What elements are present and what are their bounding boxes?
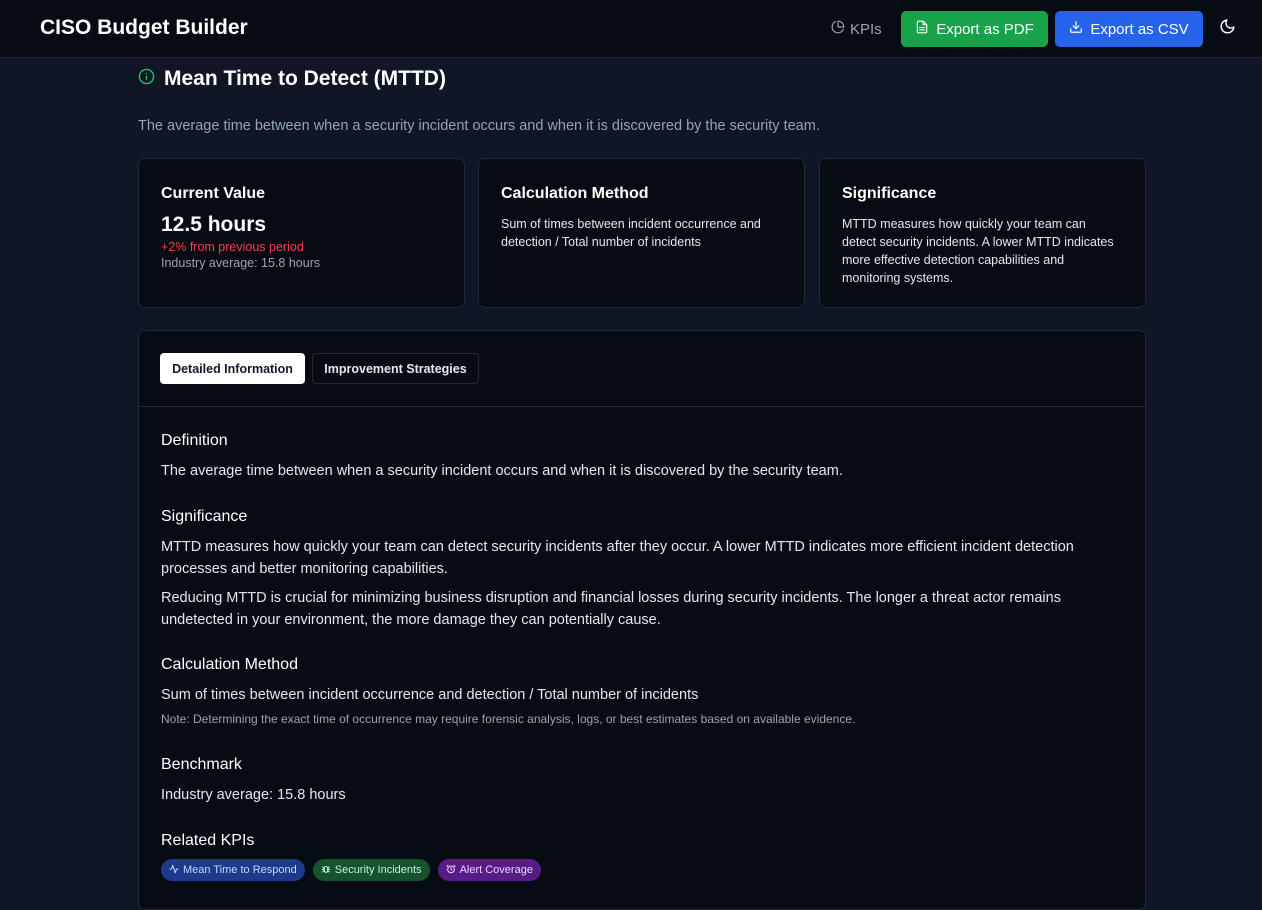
export-csv-button[interactable]: Export as CSV xyxy=(1055,11,1203,47)
current-value: 12.5 hours xyxy=(161,213,267,236)
top-bar: CISO Budget Builder KPIs Export as PDF E… xyxy=(0,0,1262,58)
section-text: Industry average: 15.8 hours xyxy=(161,787,346,803)
calculation-note: Note: Determining the exact time of occu… xyxy=(161,712,856,726)
tab-improvement-strategies[interactable]: Improvement Strategies xyxy=(312,353,479,384)
kpis-link[interactable]: KPIs xyxy=(831,19,882,39)
section-heading: Definition xyxy=(161,432,228,449)
card-heading: Significance xyxy=(842,185,937,202)
card-heading: Calculation Method xyxy=(501,185,649,202)
export-pdf-label: Export as PDF xyxy=(936,20,1034,38)
details-panel: Detailed Information Improvement Strateg… xyxy=(138,330,1146,910)
chip-label: Security Incidents xyxy=(334,864,422,876)
export-csv-label: Export as CSV xyxy=(1090,20,1189,38)
calculation-method-card: Calculation Method Sum of times between … xyxy=(478,158,805,308)
section-heading: Benchmark xyxy=(161,756,242,773)
info-circle-icon xyxy=(138,68,155,90)
benchmark-section: Benchmark Industry average: 15.8 hours xyxy=(161,756,1126,806)
kpi-title-row: Mean Time to Detect (MTTD) xyxy=(138,66,446,92)
significance-section: Significance MTTD measures how quickly y… xyxy=(161,508,1126,631)
page-title: Mean Time to Detect (MTTD) xyxy=(164,67,446,90)
theme-toggle-button[interactable] xyxy=(1217,19,1237,39)
calculation-method-section: Calculation Method Sum of times between … xyxy=(161,656,1126,728)
definition-section: Definition The average time between when… xyxy=(161,432,1126,482)
activity-icon xyxy=(169,864,179,877)
significance-card: Significance MTTD measures how quickly y… xyxy=(819,158,1146,308)
moon-icon xyxy=(1219,18,1236,40)
pie-chart-icon xyxy=(831,20,845,38)
export-pdf-button[interactable]: Export as PDF xyxy=(901,11,1048,47)
related-kpi-chip[interactable]: Mean Time to Respond xyxy=(161,859,305,881)
section-text: MTTD measures how quickly your team can … xyxy=(161,539,1074,577)
card-heading: Current Value xyxy=(161,185,266,202)
kpis-link-label: KPIs xyxy=(850,20,882,38)
section-heading: Significance xyxy=(161,508,248,525)
app-title: CISO Budget Builder xyxy=(40,16,248,39)
related-kpis-section: Related KPIs Mean Time to Respond Securi… xyxy=(161,832,1126,881)
section-text: Sum of times between incident occurrence… xyxy=(161,687,699,703)
related-kpi-chip[interactable]: Alert Coverage xyxy=(437,859,541,881)
section-heading: Related KPIs xyxy=(161,832,255,849)
industry-average: Industry average: 15.8 hours xyxy=(161,256,321,270)
section-heading: Calculation Method xyxy=(161,656,298,673)
change-indicator: +2% from previous period xyxy=(161,240,304,254)
download-icon xyxy=(1069,20,1083,38)
tab-bar: Detailed Information Improvement Strateg… xyxy=(139,331,1145,407)
current-value-card: Current Value 12.5 hours +2% from previo… xyxy=(138,158,465,308)
alarm-clock-icon xyxy=(445,864,456,877)
card-text: MTTD measures how quickly your team can … xyxy=(842,217,1114,285)
section-text: Reducing MTTD is crucial for minimizing … xyxy=(161,590,1061,628)
card-text: Sum of times between incident occurrence… xyxy=(501,217,761,249)
related-kpis-list: Mean Time to Respond Security Incidents … xyxy=(161,859,1126,881)
chip-label: Mean Time to Respond xyxy=(183,864,297,876)
page-subtitle: The average time between when a security… xyxy=(138,118,820,134)
tab-detailed-information[interactable]: Detailed Information xyxy=(160,353,305,384)
file-text-icon xyxy=(915,20,929,38)
bug-icon xyxy=(321,864,331,877)
chip-label: Alert Coverage xyxy=(459,864,533,876)
related-kpi-chip[interactable]: Security Incidents xyxy=(312,859,430,881)
section-text: The average time between when a security… xyxy=(161,463,843,479)
